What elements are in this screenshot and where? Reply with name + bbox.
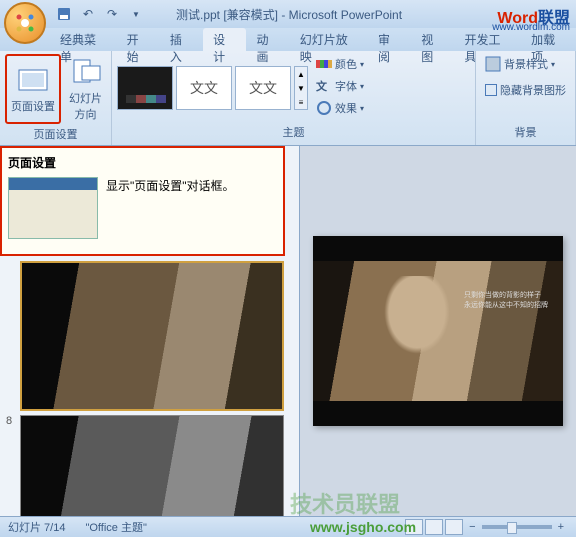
checkbox-icon [485, 84, 497, 96]
tooltip-preview-image [8, 177, 98, 239]
window-title: 测试.ppt [兼容模式] - Microsoft PowerPoint [176, 6, 402, 23]
slideshow-view-button[interactable] [445, 519, 463, 535]
workspace: 页面设置 显示"页面设置"对话框。 8 我的最爱是你经过我身边 永远伫立的迎风 … [0, 146, 576, 516]
main-slide-area[interactable]: 只剩你当做的背影的样子 永远你能从这中不知的招牌 [300, 146, 576, 516]
tooltip-text: 显示"页面设置"对话框。 [106, 177, 235, 239]
effects-button[interactable]: 效果▾ [312, 98, 368, 118]
tab-review[interactable]: 审阅 [368, 28, 411, 51]
colors-icon [316, 56, 332, 72]
group-themes: 文文 文文 ▲▼≡ 颜色▾ 文 字体▾ 效果▾ 主题 [112, 51, 476, 145]
tab-classic-menu[interactable]: 经典菜单 [50, 28, 117, 51]
group-label-background: 背景 [481, 122, 570, 142]
main-slide: 只剩你当做的背影的样子 永远你能从这中不知的招牌 [313, 236, 563, 426]
orientation-button[interactable]: 幻灯片 方向 [65, 54, 106, 124]
hide-background-checkbox[interactable]: 隐藏背景图形 [481, 80, 570, 100]
group-page-setup: 页面设置 幻灯片 方向 页面设置 [0, 51, 112, 145]
colors-button[interactable]: 颜色▾ [312, 54, 368, 74]
quick-access-toolbar: ↶ ↷ ▼ [54, 4, 146, 24]
office-button[interactable] [4, 2, 46, 44]
orientation-label: 幻灯片 方向 [69, 90, 102, 122]
statusbar: 幻灯片 7/14 "Office 主题" − + [0, 516, 576, 537]
theme-thumb-current[interactable] [117, 66, 173, 110]
tech-watermark: 技术员联盟 [290, 487, 400, 519]
theme-gallery: 文文 文文 ▲▼≡ [117, 54, 308, 122]
ribbon-tabs: 经典菜单 开始 插入 设计 动画 幻灯片放映 审阅 视图 开发工具 加载项 [0, 28, 576, 51]
save-icon[interactable] [54, 4, 74, 24]
tab-design[interactable]: 设计 [203, 28, 246, 51]
titlebar: ↶ ↷ ▼ 测试.ppt [兼容模式] - Microsoft PowerPoi… [0, 0, 576, 28]
background-styles-button[interactable]: 背景样式▾ [481, 54, 570, 74]
slide-thumb-8[interactable]: 8 我的最爱是你经过我身边 永远伫立的迎风 [6, 415, 293, 516]
tooltip: 页面设置 显示"页面设置"对话框。 [0, 146, 285, 256]
page-setup-label: 页面设置 [11, 98, 55, 114]
tab-animations[interactable]: 动画 [246, 28, 289, 51]
tooltip-title: 页面设置 [8, 154, 277, 171]
watermark-url: www.wordlm.com [492, 22, 570, 33]
zoom-slider[interactable] [482, 525, 552, 529]
page-setup-button[interactable]: 页面设置 [5, 54, 61, 124]
status-slide-counter: 幻灯片 7/14 [8, 519, 65, 535]
tab-insert[interactable]: 插入 [160, 28, 203, 51]
group-background: 背景样式▾ 隐藏背景图形 背景 [476, 51, 576, 145]
theme-thumb-1[interactable]: 文文 [176, 66, 232, 110]
sorter-view-button[interactable] [425, 519, 443, 535]
group-label-page-setup: 页面设置 [5, 124, 106, 144]
fonts-button[interactable]: 文 字体▾ [312, 76, 368, 96]
tab-home[interactable]: 开始 [117, 28, 160, 51]
tab-view[interactable]: 视图 [411, 28, 454, 51]
theme-gallery-more[interactable]: ▲▼≡ [294, 66, 308, 110]
main-slide-caption: 只剩你当做的背影的样子 永远你能从这中不知的招牌 [464, 291, 548, 311]
redo-icon[interactable]: ↷ [102, 4, 122, 24]
ribbon: 页面设置 幻灯片 方向 页面设置 文文 文文 ▲▼≡ 颜色▾ [0, 51, 576, 146]
fonts-icon: 文 [316, 78, 332, 94]
group-label-themes: 主题 [117, 122, 470, 142]
status-theme: "Office 主题" [85, 519, 146, 535]
qat-dropdown-icon[interactable]: ▼ [126, 4, 146, 24]
tab-slideshow[interactable]: 幻灯片放映 [290, 28, 368, 51]
final-url-watermark: www.jsgho.com [310, 519, 416, 535]
undo-icon[interactable]: ↶ [78, 4, 98, 24]
effects-icon [316, 100, 332, 116]
background-styles-icon [485, 56, 501, 72]
slide-panel: 页面设置 显示"页面设置"对话框。 8 我的最爱是你经过我身边 永远伫立的迎风 [0, 146, 300, 516]
page-setup-icon [17, 64, 49, 96]
slide-thumb-7[interactable] [6, 261, 293, 411]
theme-thumb-2[interactable]: 文文 [235, 66, 291, 110]
orientation-icon [70, 56, 102, 88]
